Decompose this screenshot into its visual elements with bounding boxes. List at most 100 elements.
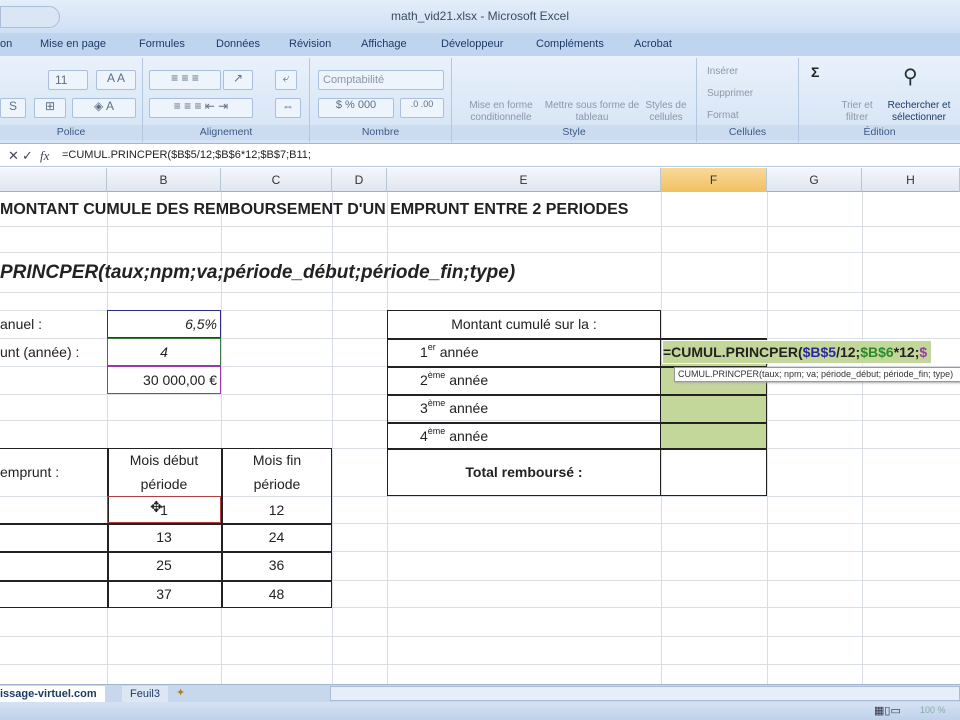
font-size-select[interactable]: 11: [48, 70, 88, 90]
period-end-cell[interactable]: 48: [221, 580, 332, 608]
formula-input[interactable]: =CUMUL.PRINCPER($B$5/12;$B$6*12;$B$7;B11…: [62, 149, 311, 161]
period-start-cell[interactable]: 25: [107, 551, 221, 579]
year-label: 1 er année: [420, 338, 479, 366]
cell-b5[interactable]: 6,5%: [107, 310, 217, 338]
cell-styles-button[interactable]: Styles de cellules: [640, 100, 692, 124]
header-mois-debut: Mois début période: [129, 452, 199, 492]
cell-f6-editing[interactable]: =CUMUL.PRINCPER($B$5/12; $B$6 *12; $: [662, 340, 933, 364]
column-header-b[interactable]: B: [107, 168, 221, 192]
formula-bar: ✕ ✓ fx =CUMUL.PRINCPER($B$5/12;$B$6*12;$…: [0, 145, 960, 167]
view-buttons-icon[interactable]: ▦▯▭: [874, 704, 901, 717]
tab-acrobat[interactable]: Acrobat: [634, 38, 672, 50]
group-label: Style: [452, 125, 696, 140]
label-duree: unt (année) :: [0, 344, 80, 360]
cell-cursor-icon: ✥: [150, 499, 163, 516]
autosum-icon[interactable]: Σ: [811, 64, 819, 80]
tab-accueil[interactable]: on: [0, 38, 12, 50]
sheet-tab-feuil3[interactable]: Feuil3: [122, 686, 168, 702]
gridline: [0, 292, 960, 293]
sheet-tabs-bar: issage-virtuel.com Feuil3 ✦: [0, 684, 960, 702]
borders-icon[interactable]: ⊞: [34, 98, 66, 118]
gridline: [0, 636, 960, 637]
horizontal-scrollbar[interactable]: [330, 686, 960, 701]
tooltip-args: (taux; npm; va; période_début; période_f…: [759, 369, 954, 379]
sheet-tab-active[interactable]: issage-virtuel.com: [0, 686, 105, 702]
worksheet-grid[interactable]: MONTANT CUMULE DES REMBOURSEMENT D'UN EM…: [0, 192, 960, 684]
tab-revision[interactable]: Révision: [289, 38, 331, 50]
period-start-cell[interactable]: 37: [107, 580, 221, 608]
delete-cells-button[interactable]: Supprimer: [707, 88, 753, 100]
column-header-d[interactable]: D: [332, 168, 387, 192]
sort-filter-button[interactable]: Trier et filtrer: [831, 100, 883, 124]
tab-donnees[interactable]: Données: [216, 38, 260, 50]
column-header-g[interactable]: G: [767, 168, 862, 192]
year-number: 3: [420, 400, 428, 416]
year-text: année: [449, 400, 489, 416]
year-text: année: [449, 428, 489, 444]
year-text: année: [439, 344, 479, 360]
group-nombre: Comptabilité $ % 000 .0 .00 Nombre: [310, 58, 452, 142]
column-header-e[interactable]: E: [387, 168, 661, 192]
group-cellules: Insérer Supprimer Format Cellules: [697, 58, 799, 142]
wrap-text-icon[interactable]: ⤶: [275, 70, 297, 90]
column-headers: B C D E F G H: [0, 168, 960, 192]
cell-b7[interactable]: 30 000,00 €: [107, 366, 217, 394]
year-text: année: [449, 372, 489, 388]
year-suffix: ème: [427, 370, 446, 380]
tab-developpeur[interactable]: Développeur: [441, 38, 503, 50]
number-format-select[interactable]: Comptabilité: [318, 70, 444, 90]
gridline: [0, 664, 960, 665]
period-start-cell[interactable]: 13: [107, 523, 221, 551]
period-end-cell[interactable]: 24: [221, 523, 332, 551]
fill-color-icon[interactable]: ◈ A: [72, 98, 136, 118]
insert-function-icon[interactable]: fx: [40, 148, 49, 164]
group-label: Police: [0, 125, 142, 140]
format-as-table-button[interactable]: Mettre sous forme de tableau: [544, 100, 640, 124]
format-cells-button[interactable]: Format: [707, 110, 739, 122]
ref-box-b11: [107, 496, 221, 523]
function-tooltip: CUMUL.PRINCPER(taux; npm; va; période_dé…: [674, 367, 960, 382]
year-label: 4 ème année: [420, 422, 488, 450]
group-label: Nombre: [310, 125, 451, 140]
gridline: [0, 252, 960, 253]
period-end-cell[interactable]: 36: [221, 551, 332, 579]
column-header-f[interactable]: F: [661, 168, 767, 192]
cell-b6[interactable]: 4: [107, 338, 221, 366]
cancel-icon[interactable]: ✕: [8, 148, 19, 164]
period-end-cell[interactable]: 12: [221, 496, 332, 524]
decimal-icon[interactable]: .0 .00: [400, 98, 444, 118]
year-suffix: ème: [427, 426, 446, 436]
column-header-h[interactable]: H: [862, 168, 960, 192]
formula-part: *12;: [893, 344, 920, 360]
orientation-icon[interactable]: ↗: [223, 70, 253, 90]
group-label: Cellules: [697, 125, 798, 140]
column-header-c[interactable]: C: [221, 168, 332, 192]
label-emprunt: emprunt :: [0, 464, 60, 480]
group-style: Mise en forme conditionnelle Mettre sous…: [452, 58, 697, 142]
tab-mise-en-page[interactable]: Mise en page: [40, 38, 106, 50]
group-alignement: ≡ ≡ ≡ ↗ ≡ ≡ ≡ ⇤ ⇥ ⤶ ⇔ Alignement: [143, 58, 310, 142]
tab-complements[interactable]: Compléments: [536, 38, 604, 50]
conditional-format-button[interactable]: Mise en forme conditionnelle: [456, 100, 546, 124]
insert-cells-button[interactable]: Insérer: [707, 66, 738, 78]
find-select-button[interactable]: Rechercher et sélectionner: [879, 100, 959, 124]
year-suffix: er: [427, 342, 436, 352]
strikethrough-button[interactable]: S: [0, 98, 26, 118]
column-header-a[interactable]: [0, 168, 107, 192]
vertical-align-icon[interactable]: ≡ ≡ ≡: [149, 70, 221, 90]
tooltip-function[interactable]: CUMUL.PRINCPER: [678, 369, 759, 379]
insert-sheet-icon[interactable]: ✦: [176, 686, 185, 699]
year-suffix: ème: [427, 398, 446, 408]
horizontal-align-icon[interactable]: ≡ ≡ ≡ ⇤ ⇥: [149, 98, 253, 118]
tab-formules[interactable]: Formules: [139, 38, 185, 50]
grow-font-button[interactable]: A A: [96, 70, 136, 90]
formula-ref-b6: $B$6: [860, 344, 894, 360]
merge-icon[interactable]: ⇔: [275, 98, 301, 118]
sheet-title: MONTANT CUMULE DES REMBOURSEMENT D'UN EM…: [0, 201, 629, 218]
currency-percent-icon[interactable]: $ % 000: [318, 98, 394, 118]
label-taux: anuel :: [0, 316, 43, 332]
tab-affichage[interactable]: Affichage: [361, 38, 407, 50]
confirm-icon[interactable]: ✓: [22, 148, 33, 164]
zoom-level[interactable]: 100 %: [920, 705, 946, 715]
year-label: 3 ème année: [420, 394, 488, 422]
